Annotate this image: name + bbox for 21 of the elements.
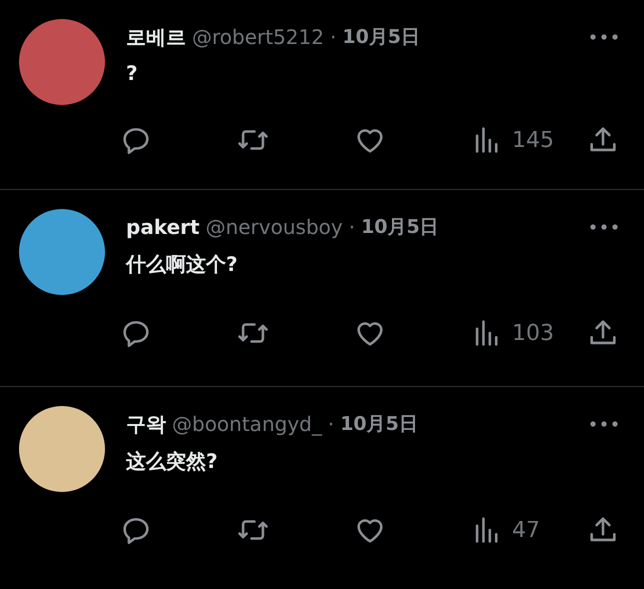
user-handle[interactable]: @nervousboy bbox=[206, 215, 343, 239]
user-name[interactable]: 로베르 bbox=[126, 24, 186, 50]
reply-text: 这么突然? bbox=[126, 448, 219, 475]
post-date[interactable]: 10月5日 bbox=[342, 24, 420, 50]
separator-dot: · bbox=[330, 25, 336, 49]
reply-text: 什么啊这个? bbox=[126, 251, 239, 278]
user-handle[interactable]: @robert5212 bbox=[192, 25, 324, 49]
more-icon[interactable] bbox=[590, 34, 618, 40]
view-count: 47 bbox=[512, 518, 540, 542]
user-name[interactable]: pakert bbox=[126, 215, 200, 239]
separator-dot: · bbox=[348, 215, 356, 239]
post-date[interactable]: 10月5日 bbox=[340, 411, 418, 437]
reply-text: ? bbox=[126, 61, 139, 85]
view-count: 103 bbox=[512, 320, 554, 346]
user-name[interactable]: 구왁 bbox=[126, 410, 166, 438]
view-count: 145 bbox=[512, 128, 554, 152]
more-icon[interactable] bbox=[590, 224, 618, 230]
user-handle[interactable]: @boontangyd_ bbox=[172, 412, 322, 436]
post-date[interactable]: 10月5日 bbox=[361, 214, 439, 240]
separator-dot: · bbox=[328, 412, 334, 436]
more-icon[interactable] bbox=[590, 421, 618, 427]
